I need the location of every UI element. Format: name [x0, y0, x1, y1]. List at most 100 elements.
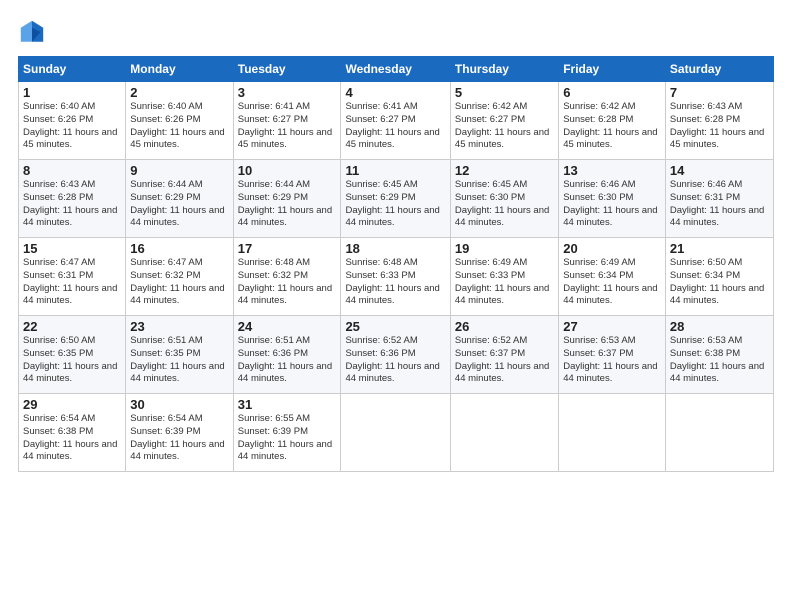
day-number: 21: [670, 241, 769, 256]
day-info: Sunrise: 6:40 AMSunset: 6:26 PMDaylight:…: [23, 101, 121, 152]
day-info: Sunrise: 6:53 AMSunset: 6:37 PMDaylight:…: [563, 335, 661, 386]
week-row-5: 29 Sunrise: 6:54 AMSunset: 6:38 PMDaylig…: [19, 394, 774, 472]
day-info: Sunrise: 6:46 AMSunset: 6:31 PMDaylight:…: [670, 179, 769, 230]
day-cell: 28 Sunrise: 6:53 AMSunset: 6:38 PMDaylig…: [665, 316, 773, 394]
day-info: Sunrise: 6:46 AMSunset: 6:30 PMDaylight:…: [563, 179, 661, 230]
day-info: Sunrise: 6:41 AMSunset: 6:27 PMDaylight:…: [238, 101, 337, 152]
day-number: 13: [563, 163, 661, 178]
day-info: Sunrise: 6:50 AMSunset: 6:34 PMDaylight:…: [670, 257, 769, 308]
day-number: 25: [345, 319, 445, 334]
day-cell: 21 Sunrise: 6:50 AMSunset: 6:34 PMDaylig…: [665, 238, 773, 316]
day-cell: [665, 394, 773, 472]
day-number: 10: [238, 163, 337, 178]
day-number: 3: [238, 85, 337, 100]
day-cell: 3 Sunrise: 6:41 AMSunset: 6:27 PMDayligh…: [233, 82, 341, 160]
logo: [18, 18, 50, 46]
page: SundayMondayTuesdayWednesdayThursdayFrid…: [0, 0, 792, 612]
day-cell: [559, 394, 666, 472]
header-wednesday: Wednesday: [341, 57, 450, 82]
day-number: 30: [130, 397, 228, 412]
day-info: Sunrise: 6:52 AMSunset: 6:37 PMDaylight:…: [455, 335, 554, 386]
day-info: Sunrise: 6:47 AMSunset: 6:31 PMDaylight:…: [23, 257, 121, 308]
day-cell: 7 Sunrise: 6:43 AMSunset: 6:28 PMDayligh…: [665, 82, 773, 160]
day-number: 27: [563, 319, 661, 334]
day-cell: 4 Sunrise: 6:41 AMSunset: 6:27 PMDayligh…: [341, 82, 450, 160]
day-cell: 30 Sunrise: 6:54 AMSunset: 6:39 PMDaylig…: [126, 394, 233, 472]
day-cell: 23 Sunrise: 6:51 AMSunset: 6:35 PMDaylig…: [126, 316, 233, 394]
day-number: 9: [130, 163, 228, 178]
day-cell: 9 Sunrise: 6:44 AMSunset: 6:29 PMDayligh…: [126, 160, 233, 238]
logo-icon: [18, 18, 46, 46]
day-info: Sunrise: 6:42 AMSunset: 6:28 PMDaylight:…: [563, 101, 661, 152]
day-info: Sunrise: 6:54 AMSunset: 6:39 PMDaylight:…: [130, 413, 228, 464]
day-info: Sunrise: 6:44 AMSunset: 6:29 PMDaylight:…: [238, 179, 337, 230]
day-number: 26: [455, 319, 554, 334]
header-friday: Friday: [559, 57, 666, 82]
day-cell: 2 Sunrise: 6:40 AMSunset: 6:26 PMDayligh…: [126, 82, 233, 160]
day-cell: 16 Sunrise: 6:47 AMSunset: 6:32 PMDaylig…: [126, 238, 233, 316]
day-cell: 14 Sunrise: 6:46 AMSunset: 6:31 PMDaylig…: [665, 160, 773, 238]
day-cell: 1 Sunrise: 6:40 AMSunset: 6:26 PMDayligh…: [19, 82, 126, 160]
day-info: Sunrise: 6:55 AMSunset: 6:39 PMDaylight:…: [238, 413, 337, 464]
day-info: Sunrise: 6:48 AMSunset: 6:33 PMDaylight:…: [345, 257, 445, 308]
day-info: Sunrise: 6:52 AMSunset: 6:36 PMDaylight:…: [345, 335, 445, 386]
day-number: 1: [23, 85, 121, 100]
day-cell: 18 Sunrise: 6:48 AMSunset: 6:33 PMDaylig…: [341, 238, 450, 316]
day-number: 7: [670, 85, 769, 100]
day-info: Sunrise: 6:51 AMSunset: 6:35 PMDaylight:…: [130, 335, 228, 386]
day-number: 24: [238, 319, 337, 334]
day-cell: 22 Sunrise: 6:50 AMSunset: 6:35 PMDaylig…: [19, 316, 126, 394]
day-number: 16: [130, 241, 228, 256]
day-cell: 25 Sunrise: 6:52 AMSunset: 6:36 PMDaylig…: [341, 316, 450, 394]
day-number: 6: [563, 85, 661, 100]
day-info: Sunrise: 6:45 AMSunset: 6:29 PMDaylight:…: [345, 179, 445, 230]
day-number: 5: [455, 85, 554, 100]
day-info: Sunrise: 6:40 AMSunset: 6:26 PMDaylight:…: [130, 101, 228, 152]
day-info: Sunrise: 6:50 AMSunset: 6:35 PMDaylight:…: [23, 335, 121, 386]
day-info: Sunrise: 6:41 AMSunset: 6:27 PMDaylight:…: [345, 101, 445, 152]
day-cell: 17 Sunrise: 6:48 AMSunset: 6:32 PMDaylig…: [233, 238, 341, 316]
day-cell: 26 Sunrise: 6:52 AMSunset: 6:37 PMDaylig…: [450, 316, 558, 394]
week-row-2: 8 Sunrise: 6:43 AMSunset: 6:28 PMDayligh…: [19, 160, 774, 238]
day-number: 19: [455, 241, 554, 256]
day-number: 22: [23, 319, 121, 334]
day-number: 11: [345, 163, 445, 178]
day-cell: 6 Sunrise: 6:42 AMSunset: 6:28 PMDayligh…: [559, 82, 666, 160]
calendar-table: SundayMondayTuesdayWednesdayThursdayFrid…: [18, 56, 774, 472]
day-info: Sunrise: 6:47 AMSunset: 6:32 PMDaylight:…: [130, 257, 228, 308]
day-number: 15: [23, 241, 121, 256]
day-info: Sunrise: 6:43 AMSunset: 6:28 PMDaylight:…: [23, 179, 121, 230]
day-info: Sunrise: 6:51 AMSunset: 6:36 PMDaylight:…: [238, 335, 337, 386]
day-number: 31: [238, 397, 337, 412]
day-number: 28: [670, 319, 769, 334]
day-info: Sunrise: 6:43 AMSunset: 6:28 PMDaylight:…: [670, 101, 769, 152]
header-tuesday: Tuesday: [233, 57, 341, 82]
day-info: Sunrise: 6:54 AMSunset: 6:38 PMDaylight:…: [23, 413, 121, 464]
day-number: 18: [345, 241, 445, 256]
header-monday: Monday: [126, 57, 233, 82]
day-info: Sunrise: 6:44 AMSunset: 6:29 PMDaylight:…: [130, 179, 228, 230]
day-cell: 29 Sunrise: 6:54 AMSunset: 6:38 PMDaylig…: [19, 394, 126, 472]
day-cell: 27 Sunrise: 6:53 AMSunset: 6:37 PMDaylig…: [559, 316, 666, 394]
day-cell: 15 Sunrise: 6:47 AMSunset: 6:31 PMDaylig…: [19, 238, 126, 316]
day-info: Sunrise: 6:49 AMSunset: 6:34 PMDaylight:…: [563, 257, 661, 308]
day-info: Sunrise: 6:53 AMSunset: 6:38 PMDaylight:…: [670, 335, 769, 386]
week-row-3: 15 Sunrise: 6:47 AMSunset: 6:31 PMDaylig…: [19, 238, 774, 316]
header-sunday: Sunday: [19, 57, 126, 82]
day-cell: 5 Sunrise: 6:42 AMSunset: 6:27 PMDayligh…: [450, 82, 558, 160]
day-info: Sunrise: 6:49 AMSunset: 6:33 PMDaylight:…: [455, 257, 554, 308]
day-cell: 12 Sunrise: 6:45 AMSunset: 6:30 PMDaylig…: [450, 160, 558, 238]
header-row: SundayMondayTuesdayWednesdayThursdayFrid…: [19, 57, 774, 82]
day-cell: 19 Sunrise: 6:49 AMSunset: 6:33 PMDaylig…: [450, 238, 558, 316]
day-number: 12: [455, 163, 554, 178]
day-number: 14: [670, 163, 769, 178]
day-cell: 10 Sunrise: 6:44 AMSunset: 6:29 PMDaylig…: [233, 160, 341, 238]
day-number: 23: [130, 319, 228, 334]
day-cell: 31 Sunrise: 6:55 AMSunset: 6:39 PMDaylig…: [233, 394, 341, 472]
day-info: Sunrise: 6:45 AMSunset: 6:30 PMDaylight:…: [455, 179, 554, 230]
day-number: 17: [238, 241, 337, 256]
day-number: 4: [345, 85, 445, 100]
header-thursday: Thursday: [450, 57, 558, 82]
header-saturday: Saturday: [665, 57, 773, 82]
day-cell: 13 Sunrise: 6:46 AMSunset: 6:30 PMDaylig…: [559, 160, 666, 238]
